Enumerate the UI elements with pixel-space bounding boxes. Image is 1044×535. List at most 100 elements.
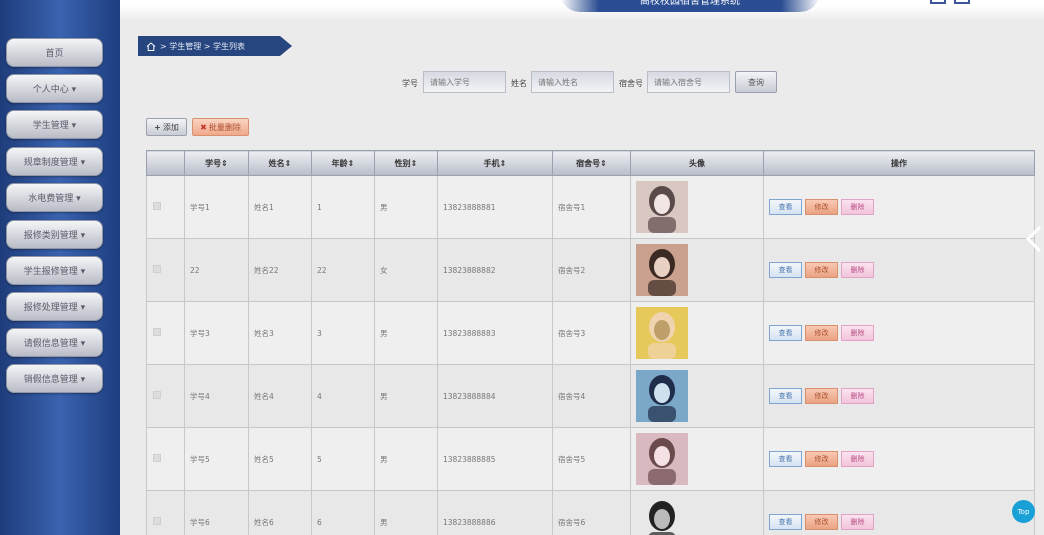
cell-actions: 查看 修改 删除 [763, 238, 1035, 302]
avatar [636, 181, 688, 233]
student-no-label: 学号 [402, 79, 418, 88]
col-phone[interactable]: 手机⇕ [437, 150, 553, 176]
cell-avatar [630, 364, 764, 428]
sidebar-item-8[interactable]: 请假信息管理 ▾ [6, 328, 103, 357]
row-checkbox[interactable] [153, 265, 161, 273]
sidebar-item-7[interactable]: 报修处理管理 ▾ [6, 292, 103, 321]
view-button[interactable]: 查看 [769, 388, 802, 404]
cell-name: 姓名3 [248, 301, 312, 365]
row-checkbox-cell [146, 364, 185, 428]
sidebar-item-9[interactable]: 销假信息管理 ▾ [6, 364, 103, 393]
cell-dorm: 宿舍号4 [552, 364, 631, 428]
delete-button[interactable]: 删除 [841, 262, 874, 278]
main-content: > 学生管理 > 学生列表 学号 姓名 宿舍号 查询 + 添加 ✖ 批量删除 学… [120, 20, 1044, 535]
logout-icon[interactable] [954, 0, 970, 4]
name-input[interactable] [531, 71, 614, 93]
cell-student-no: 学号1 [184, 175, 249, 239]
query-button[interactable]: 查询 [735, 71, 777, 93]
view-button[interactable]: 查看 [769, 451, 802, 467]
delete-button[interactable]: 删除 [841, 514, 874, 530]
col-dorm[interactable]: 宿舍号⇕ [552, 150, 631, 176]
cell-phone: 13823888883 [437, 301, 553, 365]
view-button[interactable]: 查看 [769, 514, 802, 530]
sidebar-item-3[interactable]: 规章制度管理 ▾ [6, 147, 103, 176]
cell-actions: 查看 修改 删除 [763, 175, 1035, 239]
cell-age: 1 [311, 175, 375, 239]
sidebar-item-4[interactable]: 水电费管理 ▾ [6, 183, 103, 212]
row-checkbox[interactable] [153, 202, 161, 210]
edit-button[interactable]: 修改 [805, 325, 838, 341]
cell-name: 姓名5 [248, 427, 312, 491]
dorm-input[interactable] [647, 71, 730, 93]
row-checkbox-cell [146, 301, 185, 365]
col-student-no[interactable]: 学号⇕ [184, 150, 249, 176]
table-row: 学号4 姓名4 4 男 13823888884 宿舍号4 查看 修改 删除 [146, 364, 1035, 428]
edit-button[interactable]: 修改 [805, 199, 838, 215]
view-button[interactable]: 查看 [769, 199, 802, 215]
cell-dorm: 宿舍号2 [552, 238, 631, 302]
row-checkbox[interactable] [153, 328, 161, 336]
row-checkbox[interactable] [153, 391, 161, 399]
row-checkbox[interactable] [153, 517, 161, 525]
avatar [636, 307, 688, 359]
cell-student-no: 学号5 [184, 427, 249, 491]
edit-button[interactable]: 修改 [805, 514, 838, 530]
cell-dorm: 宿舍号5 [552, 427, 631, 491]
close-icon: ✖ [200, 122, 207, 132]
student-no-input[interactable] [423, 71, 506, 93]
sidebar-item-2[interactable]: 学生管理 ▾ [6, 110, 103, 139]
cell-gender: 女 [374, 238, 438, 302]
col-age[interactable]: 年龄⇕ [311, 150, 375, 176]
cell-student-no: 22 [184, 238, 249, 302]
view-button[interactable]: 查看 [769, 262, 802, 278]
sidebar-item-5[interactable]: 报修类别管理 ▾ [6, 220, 103, 249]
delete-button[interactable]: 删除 [841, 199, 874, 215]
delete-button[interactable]: 删除 [841, 325, 874, 341]
edit-button[interactable]: 修改 [805, 451, 838, 467]
cell-dorm: 宿舍号3 [552, 301, 631, 365]
cell-actions: 查看 修改 删除 [763, 490, 1035, 535]
cell-actions: 查看 修改 删除 [763, 427, 1035, 491]
sidebar-item-6[interactable]: 学生报修管理 ▾ [6, 256, 103, 285]
table-row: 学号6 姓名6 6 男 13823888886 宿舍号6 查看 修改 删除 [146, 490, 1035, 535]
name-label: 姓名 [511, 79, 527, 88]
system-title: 高校校园宿舍管理系统 [560, 0, 820, 12]
cell-phone: 13823888885 [437, 427, 553, 491]
avatar [636, 433, 688, 485]
add-button[interactable]: + 添加 [146, 118, 187, 136]
row-checkbox-cell [146, 175, 185, 239]
delete-button[interactable]: 删除 [841, 388, 874, 404]
cell-avatar [630, 427, 764, 491]
row-checkbox[interactable] [153, 454, 161, 462]
breadcrumb: > 学生管理 > 学生列表 [138, 36, 292, 56]
col-gender[interactable]: 性别⇕ [374, 150, 438, 176]
col-name[interactable]: 姓名⇕ [248, 150, 312, 176]
row-checkbox-cell [146, 490, 185, 535]
cell-age: 4 [311, 364, 375, 428]
edit-button[interactable]: 修改 [805, 388, 838, 404]
cell-age: 3 [311, 301, 375, 365]
view-button[interactable]: 查看 [769, 325, 802, 341]
fullscreen-icon[interactable] [930, 0, 946, 4]
cell-dorm: 宿舍号1 [552, 175, 631, 239]
chevron-left-icon[interactable] [1024, 225, 1044, 253]
home-icon[interactable] [146, 41, 156, 51]
cell-student-no: 学号6 [184, 490, 249, 535]
batch-delete-label: 批量删除 [208, 122, 241, 132]
student-table: 学号⇕ 姓名⇕ 年龄⇕ 性别⇕ 手机⇕ 宿舍号⇕ 头像 操作 学号1 姓名1 1 男 1… [146, 150, 1035, 535]
edit-button[interactable]: 修改 [805, 262, 838, 278]
table-row: 学号3 姓名3 3 男 13823888883 宿舍号3 查看 修改 删除 [146, 301, 1035, 365]
sidebar-item-0[interactable]: 首页 [6, 38, 103, 67]
add-button-label: 添加 [162, 122, 179, 132]
select-all-header[interactable] [146, 150, 185, 176]
delete-button[interactable]: 删除 [841, 451, 874, 467]
batch-delete-button[interactable]: ✖ 批量删除 [192, 118, 249, 136]
cell-age: 22 [311, 238, 375, 302]
cell-avatar [630, 490, 764, 535]
table-header-row: 学号⇕ 姓名⇕ 年龄⇕ 性别⇕ 手机⇕ 宿舍号⇕ 头像 操作 [146, 150, 1035, 176]
cell-name: 姓名4 [248, 364, 312, 428]
sidebar-item-1[interactable]: 个人中心 ▾ [6, 74, 103, 103]
cell-phone: 13823888884 [437, 364, 553, 428]
cell-gender: 男 [374, 301, 438, 365]
back-to-top-button[interactable]: Top [1012, 500, 1035, 523]
